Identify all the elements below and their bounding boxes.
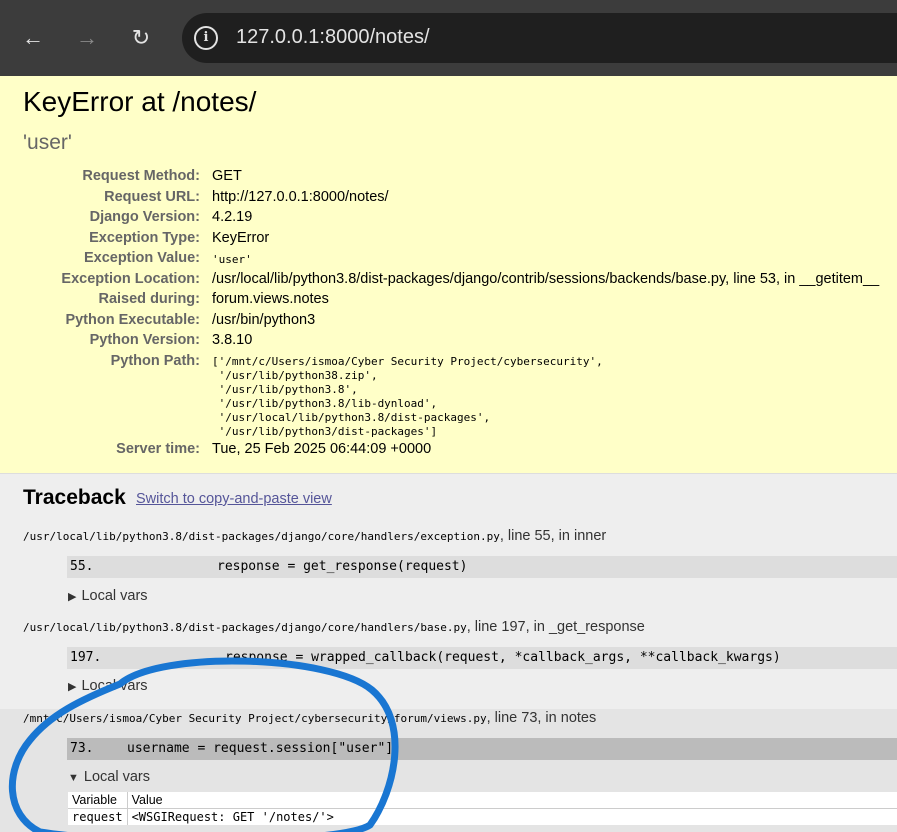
python-executable-value: /usr/bin/python3 bbox=[212, 312, 316, 328]
code-context-line[interactable]: 55. response = get_response(request) bbox=[67, 556, 897, 578]
code-context-line-active[interactable]: 73. username = request.session["user"] bbox=[67, 738, 897, 760]
code-source: response = get_response(request) bbox=[217, 559, 468, 574]
request-url-value: http://127.0.0.1:8000/notes/ bbox=[212, 189, 389, 205]
line-number: 73. bbox=[70, 741, 94, 756]
address-url[interactable]: 127.0.0.1:8000/notes/ bbox=[236, 26, 430, 49]
python-path-value: ['/mnt/c/Users/ismoa/Cyber Security Proj… bbox=[212, 355, 603, 438]
traceback-section: Traceback Switch to copy-and-paste view … bbox=[0, 474, 897, 832]
frame-location: , line 55, in inner bbox=[499, 528, 607, 544]
local-vars-label: Local vars bbox=[81, 588, 148, 604]
traceback-title: Traceback bbox=[23, 486, 126, 509]
line-number: 197. bbox=[70, 650, 102, 665]
server-time-value: Tue, 25 Feb 2025 06:44:09 +0000 bbox=[212, 441, 432, 457]
error-title: KeyError at /notes/ bbox=[23, 86, 257, 117]
local-vars-toggle[interactable]: ▶ Local vars bbox=[68, 588, 148, 604]
frame-file-path: /mnt/c/Users/ismoa/Cyber Security Projec… bbox=[23, 710, 596, 726]
code-context-line[interactable]: 197. response = wrapped_callback(request,… bbox=[67, 647, 897, 669]
frame-location: , line 73, in notes bbox=[486, 710, 597, 726]
address-bar[interactable]: i 127.0.0.1:8000/notes/ bbox=[182, 13, 897, 63]
column-header-value: Value bbox=[127, 792, 897, 809]
request-url-label: Request URL: bbox=[104, 189, 200, 205]
reload-icon[interactable]: ↻ bbox=[127, 24, 155, 52]
exception-type-label: Exception Type: bbox=[89, 230, 200, 246]
local-vars-toggle[interactable]: ▶ Local vars bbox=[68, 678, 148, 694]
local-vars-table: Variable Value request <WSGIRequest: GET… bbox=[68, 792, 897, 825]
code-source: username = request.session["user"] bbox=[127, 741, 394, 756]
python-executable-label: Python Executable: bbox=[65, 312, 200, 328]
exception-location-label: Exception Location: bbox=[61, 271, 200, 287]
var-name: request bbox=[68, 808, 128, 825]
code-source: response = wrapped_callback(request, *ca… bbox=[225, 650, 781, 665]
exception-type-value: KeyError bbox=[212, 230, 270, 246]
local-vars-toggle[interactable]: ▼ Local vars bbox=[68, 769, 150, 785]
info-icon[interactable]: i bbox=[194, 26, 218, 50]
raised-during-label: Raised during: bbox=[98, 291, 200, 307]
server-time-label: Server time: bbox=[116, 441, 200, 457]
error-message: 'user' bbox=[23, 131, 72, 154]
arrow-left-icon[interactable]: ← bbox=[19, 24, 47, 52]
python-version-label: Python Version: bbox=[89, 332, 200, 348]
python-version-value: 3.8.10 bbox=[212, 332, 253, 348]
var-value: <WSGIRequest: GET '/notes/'> bbox=[131, 810, 334, 824]
django-version-label: Django Version: bbox=[89, 209, 200, 225]
raised-during-value: forum.views.notes bbox=[212, 291, 329, 307]
triangle-right-icon: ▶ bbox=[68, 681, 77, 693]
request-method-value: GET bbox=[212, 168, 242, 184]
python-path-label: Python Path: bbox=[110, 353, 200, 369]
exception-value-label: Exception Value: bbox=[83, 250, 200, 266]
frame-file-path: /usr/local/lib/python3.8/dist-packages/d… bbox=[23, 619, 645, 635]
frame-file-path: /usr/local/lib/python3.8/dist-packages/d… bbox=[23, 528, 606, 544]
error-summary: KeyError at /notes/ 'user' Request Metho… bbox=[0, 76, 897, 474]
line-number: 55. bbox=[70, 559, 94, 574]
switch-copy-paste-link[interactable]: Switch to copy-and-paste view bbox=[136, 491, 332, 507]
request-method-label: Request Method: bbox=[82, 168, 200, 184]
column-header-variable: Variable bbox=[68, 792, 128, 809]
local-vars-label: Local vars bbox=[81, 678, 148, 694]
local-vars-label: Local vars bbox=[83, 769, 150, 785]
django-version-value: 4.2.19 bbox=[212, 209, 253, 225]
exception-location-value: /usr/local/lib/python3.8/dist-packages/d… bbox=[212, 271, 880, 287]
frame-filename: /mnt/c/Users/ismoa/Cyber Security Projec… bbox=[23, 712, 487, 725]
frame-location: , line 197, in _get_response bbox=[466, 619, 645, 635]
frame-filename: /usr/local/lib/python3.8/dist-packages/d… bbox=[23, 530, 500, 543]
exception-value-value: 'user' bbox=[212, 253, 252, 266]
browser-toolbar: ← → ↻ i 127.0.0.1:8000/notes/ bbox=[0, 0, 897, 76]
triangle-down-icon: ▼ bbox=[68, 772, 79, 784]
triangle-right-icon: ▶ bbox=[68, 591, 77, 603]
table-row: request <WSGIRequest: GET '/notes/'> bbox=[68, 808, 897, 825]
frame-filename: /usr/local/lib/python3.8/dist-packages/d… bbox=[23, 621, 467, 634]
arrow-right-icon[interactable]: → bbox=[73, 24, 101, 52]
